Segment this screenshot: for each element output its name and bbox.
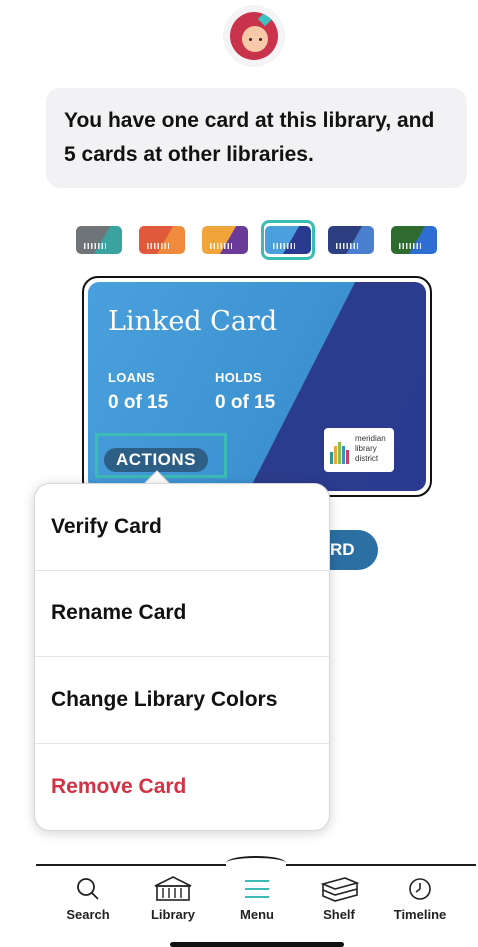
tab-library[interactable]: Library xyxy=(133,874,213,922)
tab-search[interactable]: Search xyxy=(48,874,128,922)
card-actions-menu: Verify Card Rename Card Change Library C… xyxy=(34,483,330,831)
tab-bar-bump xyxy=(226,856,286,870)
menu-item-remove-card[interactable]: Remove Card xyxy=(35,744,329,831)
color-swatch-gray-teal[interactable] xyxy=(76,226,122,254)
color-swatch-blue-navy[interactable] xyxy=(265,226,311,254)
library-logo-mark-icon xyxy=(330,436,352,464)
holds-value: 0 of 15 xyxy=(215,392,276,413)
logo-text-line3: district xyxy=(355,454,379,463)
menu-icon xyxy=(245,880,269,898)
card-count-notice: You have one card at this library, and 5… xyxy=(46,88,467,188)
avatar-illustration xyxy=(230,12,278,60)
avatar[interactable] xyxy=(223,5,285,67)
library-icon xyxy=(154,876,192,901)
loans-label: LOANS xyxy=(108,370,155,385)
home-indicator xyxy=(170,942,344,947)
color-swatch-green-blue[interactable] xyxy=(391,226,437,254)
actions-highlight-ring xyxy=(95,433,227,478)
tab-shelf[interactable]: Shelf xyxy=(299,874,379,922)
shelf-icon xyxy=(320,877,360,902)
menu-item-verify-card[interactable]: Verify Card xyxy=(35,484,329,571)
menu-item-rename-card[interactable]: Rename Card xyxy=(35,571,329,657)
tab-label: Shelf xyxy=(323,907,355,922)
tab-label: Menu xyxy=(240,907,274,922)
logo-text-line2: library xyxy=(355,444,377,453)
color-swatch-yellow-purple[interactable] xyxy=(202,226,248,254)
tab-label: Timeline xyxy=(393,907,447,922)
tab-label: Library xyxy=(150,907,196,922)
tab-label: Search xyxy=(66,907,110,922)
holds-label: HOLDS xyxy=(215,370,262,385)
tab-menu[interactable]: Menu xyxy=(217,874,297,922)
menu-item-change-library-colors[interactable]: Change Library Colors xyxy=(35,657,329,744)
logo-text-line1: meridian xyxy=(355,434,386,443)
search-icon xyxy=(77,878,99,900)
library-logo: meridian library district xyxy=(324,428,394,472)
tab-timeline[interactable]: Timeline xyxy=(380,874,460,922)
notice-text: You have one card at this library, and 5… xyxy=(64,109,435,166)
clock-icon xyxy=(409,878,431,900)
color-swatch-navy-blue[interactable] xyxy=(328,226,374,254)
card-title: Linked Card xyxy=(108,306,278,337)
loans-value: 0 of 15 xyxy=(108,392,169,413)
color-swatch-orange-red[interactable] xyxy=(139,226,185,254)
color-swatch-row xyxy=(76,220,441,260)
